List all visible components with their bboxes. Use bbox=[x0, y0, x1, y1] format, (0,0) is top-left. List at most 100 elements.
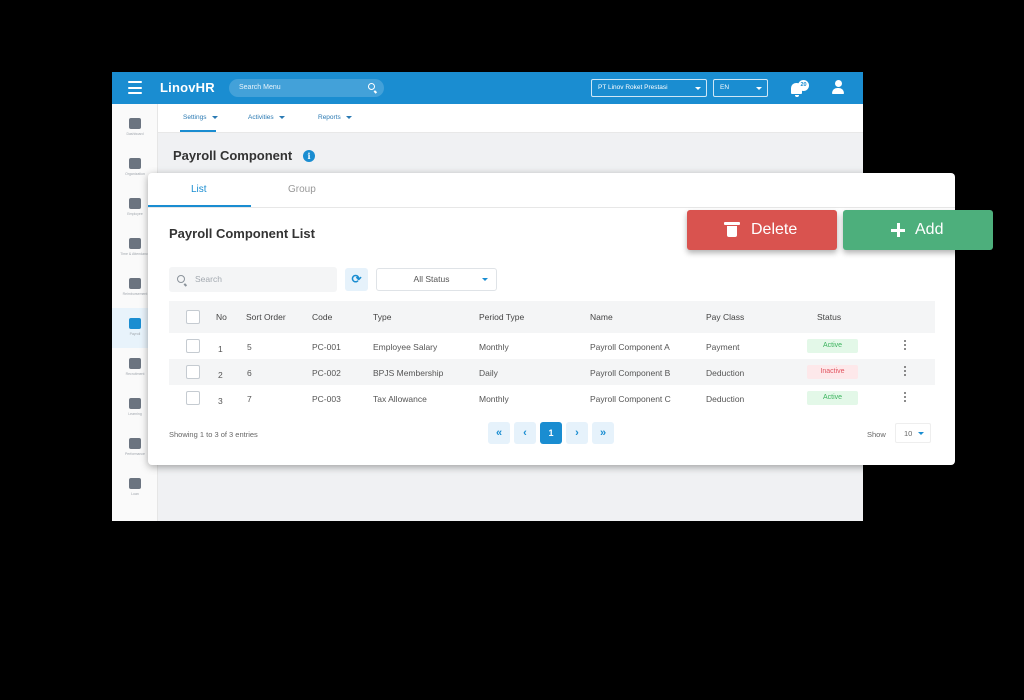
delete-button[interactable]: Delete bbox=[687, 210, 837, 250]
status-filter-select[interactable]: All Status bbox=[376, 268, 497, 291]
delete-button-label: Delete bbox=[751, 221, 798, 238]
row-checkbox[interactable] bbox=[186, 339, 200, 353]
more-options-icon[interactable] bbox=[904, 392, 907, 404]
next-page-button[interactable]: › bbox=[566, 422, 588, 444]
cell-sort-order: 6 bbox=[247, 368, 252, 378]
table-row[interactable]: 1 5 PC-001 Employee Salary Monthly Payroll Co… bbox=[169, 333, 935, 359]
show-label: Show bbox=[867, 430, 886, 439]
header-code[interactable]: Code bbox=[312, 312, 332, 322]
language-select-value: EN bbox=[720, 84, 730, 91]
cell-pay-class: Deduction bbox=[706, 394, 745, 404]
plus-icon bbox=[891, 223, 905, 237]
page-title: Payroll Component bbox=[173, 148, 293, 163]
page-size-value: 10 bbox=[904, 429, 913, 438]
cell-period-type: Monthly bbox=[479, 342, 509, 352]
info-icon[interactable]: i bbox=[303, 150, 315, 162]
org-chart-icon bbox=[129, 158, 141, 169]
chevron-down-icon bbox=[345, 115, 352, 119]
cell-pay-class: Payment bbox=[706, 342, 740, 352]
page-size-select[interactable]: 10 bbox=[895, 423, 931, 443]
search-placeholder: Search bbox=[195, 274, 222, 284]
table-row[interactable]: 3 7 PC-003 Tax Allowance Monthly Payroll Comp… bbox=[169, 385, 935, 411]
add-button[interactable]: Add bbox=[843, 210, 993, 250]
cell-type: Tax Allowance bbox=[373, 394, 427, 404]
row-checkbox[interactable] bbox=[186, 391, 200, 405]
page-1-button[interactable]: 1 bbox=[540, 422, 562, 444]
tab-group[interactable]: Group bbox=[288, 184, 316, 195]
search-menu-input[interactable]: Search Menu bbox=[229, 79, 384, 97]
sidebar-item-dashboard[interactable]: Dashboard bbox=[112, 108, 158, 148]
cell-name: Payroll Component C bbox=[590, 394, 671, 404]
cell-code: PC-002 bbox=[312, 368, 341, 378]
status-badge: Active bbox=[807, 391, 858, 405]
trash-icon bbox=[724, 222, 740, 237]
chevron-down-icon bbox=[278, 115, 285, 119]
chevron-down-icon bbox=[695, 87, 701, 90]
table-header: No Sort Order Code Type Period Type Name… bbox=[169, 301, 935, 333]
company-select[interactable]: PT Linov Roket Prestasi bbox=[591, 79, 707, 97]
cell-sort-order: 7 bbox=[247, 394, 252, 404]
row-checkbox[interactable] bbox=[186, 365, 200, 379]
subnav-reports-label: Reports bbox=[318, 114, 341, 121]
header-pay-class[interactable]: Pay Class bbox=[706, 312, 744, 322]
header-no: No bbox=[216, 312, 227, 322]
subnav-reports[interactable]: Reports bbox=[318, 114, 352, 121]
sidebar-item-loan[interactable]: Loan bbox=[112, 468, 158, 508]
language-select[interactable]: EN bbox=[713, 79, 768, 97]
top-bar: LinovHR Search Menu PT Linov Roket Prest… bbox=[112, 72, 863, 104]
user-avatar-icon[interactable] bbox=[831, 80, 845, 96]
search-icon bbox=[177, 275, 185, 283]
cell-name: Payroll Component B bbox=[590, 368, 671, 378]
header-type[interactable]: Type bbox=[373, 312, 391, 322]
more-options-icon[interactable] bbox=[904, 366, 907, 378]
entries-info: Showing 1 to 3 of 3 entries bbox=[169, 430, 258, 439]
table-row[interactable]: 2 6 PC-002 BPJS Membership Daily Payroll Comp… bbox=[169, 359, 935, 385]
last-page-button[interactable]: » bbox=[592, 422, 614, 444]
cell-sort-order: 5 bbox=[247, 342, 252, 352]
search-menu-placeholder: Search Menu bbox=[239, 84, 281, 91]
cell-no: 2 bbox=[218, 370, 223, 380]
cell-period-type: Monthly bbox=[479, 394, 509, 404]
card-title: Payroll Component List bbox=[169, 226, 315, 241]
prev-page-button[interactable]: ‹ bbox=[514, 422, 536, 444]
status-badge: Active bbox=[807, 339, 858, 353]
refresh-button[interactable]: ⟳ bbox=[345, 268, 368, 291]
first-page-button[interactable]: « bbox=[488, 422, 510, 444]
cell-type: BPJS Membership bbox=[373, 368, 444, 378]
tab-list[interactable]: List bbox=[191, 184, 207, 195]
more-options-icon[interactable] bbox=[904, 340, 907, 352]
cell-no: 3 bbox=[218, 396, 223, 406]
clock-icon bbox=[129, 238, 141, 249]
cell-period-type: Daily bbox=[479, 368, 498, 378]
search-icon bbox=[368, 83, 375, 90]
cell-no: 1 bbox=[218, 344, 223, 354]
brand-logo: LinovHR bbox=[160, 80, 215, 95]
cell-code: PC-001 bbox=[312, 342, 341, 352]
search-input[interactable]: Search bbox=[169, 267, 337, 292]
subnav-settings[interactable]: Settings bbox=[183, 114, 218, 121]
card-icon bbox=[129, 478, 141, 489]
hand-money-icon bbox=[129, 278, 141, 289]
briefcase-icon bbox=[129, 118, 141, 129]
company-select-value: PT Linov Roket Prestasi bbox=[598, 84, 668, 91]
status-badge: Inactive bbox=[807, 365, 858, 379]
sidebar-item-label: Loan bbox=[131, 492, 139, 496]
people-icon bbox=[129, 198, 141, 209]
select-all-checkbox[interactable] bbox=[186, 310, 200, 324]
status-filter-value: All Status bbox=[413, 274, 450, 284]
hamburger-menu-icon[interactable] bbox=[128, 81, 142, 94]
chevron-down-icon bbox=[211, 115, 218, 119]
notification-badge: 20 bbox=[798, 80, 809, 91]
add-user-icon bbox=[129, 358, 141, 369]
cell-code: PC-003 bbox=[312, 394, 341, 404]
cell-name: Payroll Component A bbox=[590, 342, 670, 352]
header-name[interactable]: Name bbox=[590, 312, 613, 322]
header-status[interactable]: Status bbox=[817, 312, 841, 322]
tab-divider bbox=[148, 207, 955, 208]
header-period-type[interactable]: Period Type bbox=[479, 312, 524, 322]
sidebar-item-label: Dashboard bbox=[126, 132, 144, 136]
chevron-down-icon bbox=[918, 432, 924, 435]
header-sort-order[interactable]: Sort Order bbox=[246, 312, 286, 322]
chevron-down-icon bbox=[756, 87, 762, 90]
subnav-activities[interactable]: Activities bbox=[248, 114, 285, 121]
